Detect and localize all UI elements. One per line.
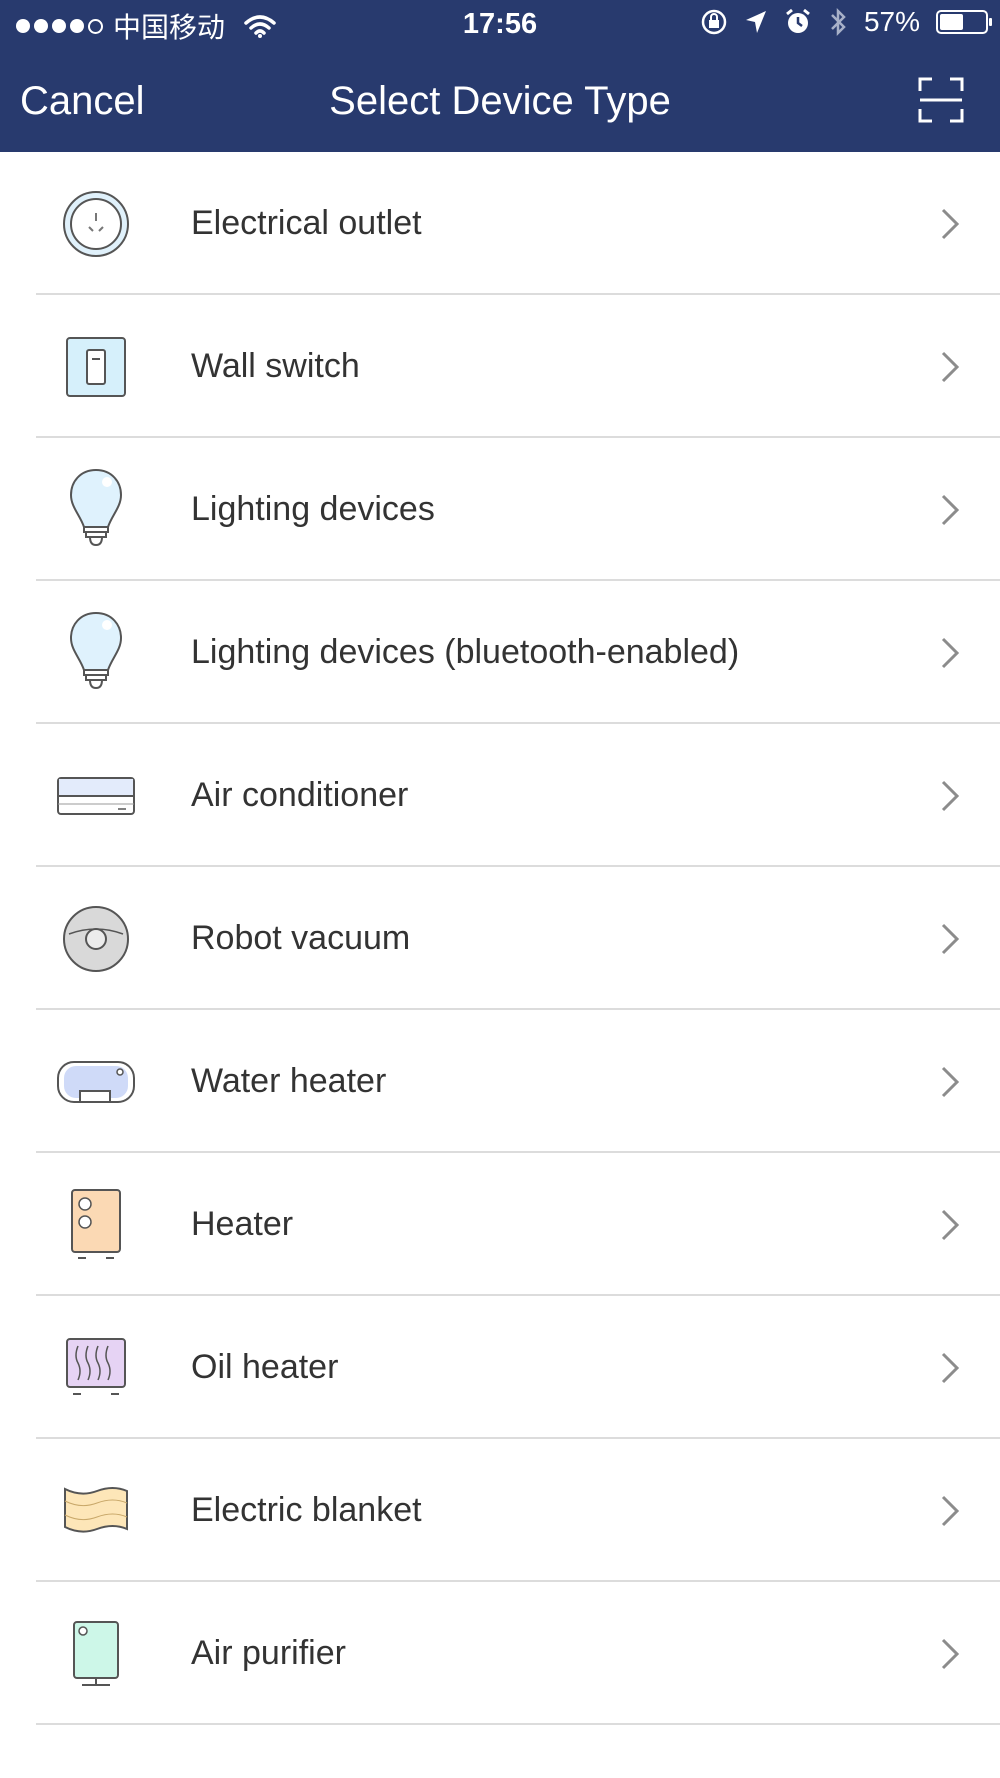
list-item-label: Robot vacuum: [191, 919, 411, 957]
heater-icon: [54, 1183, 138, 1267]
list-item-label: Electric blanket: [191, 1491, 422, 1529]
list-item[interactable]: Lighting devices: [0, 438, 1000, 581]
scan-icon[interactable]: [918, 77, 964, 123]
chevron-right-icon: [941, 1066, 960, 1097]
list-item-label: Lighting devices (bluetooth-enabled): [191, 633, 740, 671]
air-purifier-icon: [54, 1612, 138, 1696]
list-item-label: Wall switch: [191, 347, 360, 385]
rotation-lock-icon: [701, 9, 727, 35]
robot-vacuum-icon: [54, 897, 138, 981]
list-item[interactable]: Lighting devices (bluetooth-enabled): [0, 581, 1000, 724]
battery-percent: 57%: [863, 6, 920, 37]
device-type-list: Electrical outlet Wall switch Lighting d…: [0, 152, 1000, 1725]
list-item-label: Heater: [191, 1205, 294, 1243]
chevron-right-icon: [941, 351, 960, 382]
chevron-right-icon: [941, 208, 960, 239]
list-item-label: Water heater: [191, 1062, 387, 1100]
list-item-label: Air conditioner: [191, 776, 409, 814]
location-icon: [745, 11, 766, 33]
list-item-label: Lighting devices: [191, 490, 435, 528]
chevron-right-icon: [941, 1638, 960, 1669]
air-conditioner-icon: [54, 754, 138, 838]
chevron-right-icon: [941, 1352, 960, 1383]
battery-level: [940, 14, 964, 30]
list-item[interactable]: Air conditioner: [0, 724, 1000, 867]
list-item[interactable]: Air purifier: [0, 1582, 1000, 1725]
chevron-right-icon: [941, 494, 960, 525]
list-item[interactable]: Robot vacuum: [0, 867, 1000, 1010]
oil-heater-icon: [54, 1326, 138, 1410]
chevron-right-icon: [941, 1495, 960, 1526]
battery-icon: [936, 10, 992, 34]
alarm-icon: [786, 8, 810, 33]
list-item[interactable]: Electric blanket: [0, 1439, 1000, 1582]
navbar: Cancel Select Device Type: [0, 58, 1000, 152]
list-item-label: Air purifier: [191, 1634, 346, 1672]
electric-blanket-icon: [54, 1469, 138, 1553]
page-title: Select Device Type: [329, 79, 671, 123]
list-item[interactable]: Wall switch: [0, 295, 1000, 438]
list-item[interactable]: Heater: [0, 1153, 1000, 1296]
status-bar: 中国移动 17:56 57%: [0, 0, 1000, 50]
chevron-right-icon: [941, 923, 960, 954]
bluetooth-icon: [831, 7, 846, 37]
list-item-label: Electrical outlet: [191, 204, 422, 242]
light-bulb-icon: [54, 468, 138, 552]
chevron-right-icon: [941, 1209, 960, 1240]
list-item-label: Oil heater: [191, 1348, 339, 1386]
list-item[interactable]: Electrical outlet: [0, 152, 1000, 295]
chevron-right-icon: [941, 637, 960, 668]
wall-switch-icon: [54, 325, 138, 409]
light-bulb-icon: [54, 611, 138, 695]
chevron-right-icon: [941, 780, 960, 811]
water-heater-icon: [54, 1040, 138, 1124]
header: 中国移动 17:56 57% Cancel Select Device Type: [0, 0, 1000, 152]
list-item[interactable]: Water heater: [0, 1010, 1000, 1153]
outlet-icon: [54, 182, 138, 266]
list-item[interactable]: Oil heater: [0, 1296, 1000, 1439]
status-right: 57%: [700, 6, 992, 38]
